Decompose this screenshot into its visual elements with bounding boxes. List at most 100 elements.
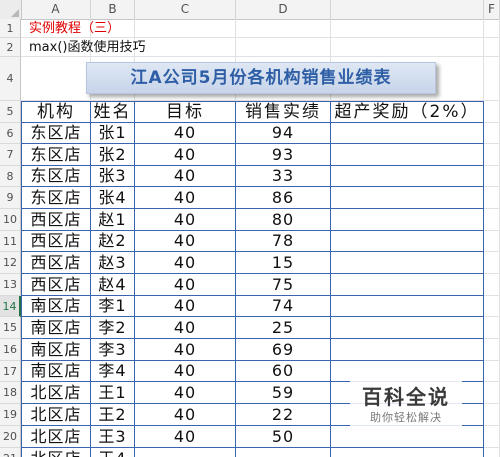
tutorial-subtitle-cell[interactable]: max()函数使用技巧 xyxy=(21,38,221,57)
row-header-4[interactable]: 4 xyxy=(0,57,21,101)
table-cell[interactable]: 74 xyxy=(236,296,331,317)
cell[interactable] xyxy=(484,252,500,274)
table-cell[interactable] xyxy=(331,187,484,209)
row-header-13[interactable]: 13 xyxy=(0,274,21,296)
table-cell[interactable]: 南区店 xyxy=(21,361,91,382)
row-header-9[interactable]: 9 xyxy=(0,187,21,209)
table-cell[interactable]: 40 xyxy=(135,144,236,166)
column-header-f[interactable]: F xyxy=(484,0,500,19)
table-cell[interactable]: 80 xyxy=(236,209,331,231)
row-header-7[interactable]: 7 xyxy=(0,144,21,166)
row-header-18[interactable]: 18 xyxy=(0,382,21,404)
cell[interactable] xyxy=(484,231,500,252)
table-cell[interactable]: 赵4 xyxy=(91,274,135,296)
row-header-12[interactable]: 12 xyxy=(0,252,21,274)
select-all-corner[interactable] xyxy=(0,0,22,19)
table-cell[interactable] xyxy=(331,296,484,317)
cell[interactable] xyxy=(484,274,500,296)
row-header-2[interactable]: 2 xyxy=(0,38,21,57)
column-header-e[interactable] xyxy=(331,0,484,19)
row-header-6[interactable]: 6 xyxy=(0,123,21,144)
row-header-10[interactable]: 10 xyxy=(0,209,21,231)
cell[interactable] xyxy=(484,361,500,382)
column-header-c[interactable]: C xyxy=(135,0,236,19)
table-cell[interactable]: 40 xyxy=(135,426,236,448)
table-header-cell[interactable]: 销售实绩 xyxy=(236,101,331,123)
column-header-b[interactable]: B xyxy=(91,0,135,19)
cell[interactable] xyxy=(484,38,500,57)
table-cell[interactable]: 86 xyxy=(236,187,331,209)
table-cell[interactable]: 40 xyxy=(135,166,236,187)
table-cell[interactable]: 张2 xyxy=(91,144,135,166)
table-cell[interactable]: 南区店 xyxy=(21,339,91,361)
table-cell[interactable]: 南区店 xyxy=(21,296,91,317)
table-cell[interactable] xyxy=(331,209,484,231)
row-header-15[interactable]: 15 xyxy=(0,317,21,339)
table-cell[interactable] xyxy=(331,166,484,187)
cell[interactable] xyxy=(236,38,331,57)
cell[interactable] xyxy=(236,19,331,38)
table-cell[interactable]: 张4 xyxy=(91,187,135,209)
table-cell[interactable]: 张1 xyxy=(91,123,135,144)
table-cell[interactable] xyxy=(331,339,484,361)
row-header-19[interactable]: 19 xyxy=(0,404,21,426)
table-cell[interactable]: 40 xyxy=(135,252,236,274)
row-header-21[interactable]: 21 xyxy=(0,448,21,457)
table-header-cell[interactable]: 目标 xyxy=(135,101,236,123)
table-cell[interactable]: 李3 xyxy=(91,339,135,361)
tutorial-title-cell[interactable]: 实例教程（三） xyxy=(21,19,181,38)
cell[interactable] xyxy=(484,382,500,404)
table-cell[interactable]: 北区店 xyxy=(21,448,91,457)
cell[interactable] xyxy=(484,19,500,38)
table-cell[interactable]: 李2 xyxy=(91,317,135,339)
table-cell[interactable]: 40 xyxy=(135,231,236,252)
table-cell[interactable]: 东区店 xyxy=(21,123,91,144)
cell[interactable] xyxy=(331,19,484,38)
table-cell[interactable]: 北区店 xyxy=(21,404,91,426)
cell[interactable] xyxy=(484,339,500,361)
row-header-1[interactable]: 1 xyxy=(0,19,21,38)
table-cell[interactable]: 33 xyxy=(236,166,331,187)
table-cell[interactable]: 北区店 xyxy=(21,426,91,448)
table-cell[interactable]: 赵3 xyxy=(91,252,135,274)
table-cell[interactable]: 西区店 xyxy=(21,274,91,296)
cell[interactable] xyxy=(484,448,500,457)
row-header-20[interactable]: 20 xyxy=(0,426,21,448)
table-cell[interactable] xyxy=(331,231,484,252)
table-cell[interactable] xyxy=(331,274,484,296)
table-cell[interactable]: 93 xyxy=(236,144,331,166)
table-cell[interactable]: 75 xyxy=(236,274,331,296)
cell[interactable] xyxy=(484,209,500,231)
table-cell[interactable]: 王3 xyxy=(91,426,135,448)
cell[interactable] xyxy=(21,57,91,101)
row-header-8[interactable]: 8 xyxy=(0,166,21,187)
row-header-5[interactable]: 5 xyxy=(0,101,21,123)
cell[interactable] xyxy=(484,144,500,166)
table-cell[interactable]: 40 xyxy=(135,209,236,231)
table-cell[interactable] xyxy=(331,317,484,339)
cell[interactable] xyxy=(484,426,500,448)
table-cell[interactable]: 50 xyxy=(236,426,331,448)
row-header-16[interactable]: 16 xyxy=(0,339,21,361)
cell[interactable] xyxy=(484,101,500,123)
table-cell[interactable]: 69 xyxy=(236,339,331,361)
table-cell[interactable] xyxy=(331,123,484,144)
table-cell[interactable]: 40 xyxy=(135,274,236,296)
column-header-d[interactable]: D xyxy=(236,0,331,19)
table-header-cell[interactable]: 机构 xyxy=(21,101,91,123)
table-cell[interactable]: 40 xyxy=(135,339,236,361)
row-header-11[interactable]: 11 xyxy=(0,231,21,252)
table-cell[interactable]: 赵1 xyxy=(91,209,135,231)
cell[interactable] xyxy=(484,187,500,209)
cell[interactable] xyxy=(484,296,500,317)
column-header-a[interactable]: A xyxy=(21,0,91,19)
table-cell[interactable]: 东区店 xyxy=(21,144,91,166)
table-cell[interactable]: 李4 xyxy=(91,361,135,382)
row-header-17[interactable]: 17 xyxy=(0,361,21,382)
row-header-14[interactable]: 14 xyxy=(0,296,21,317)
table-cell[interactable]: 南区店 xyxy=(21,317,91,339)
table-cell[interactable]: 西区店 xyxy=(21,252,91,274)
table-cell[interactable]: 李1 xyxy=(91,296,135,317)
table-cell[interactable] xyxy=(331,252,484,274)
table-cell[interactable]: 60 xyxy=(236,361,331,382)
